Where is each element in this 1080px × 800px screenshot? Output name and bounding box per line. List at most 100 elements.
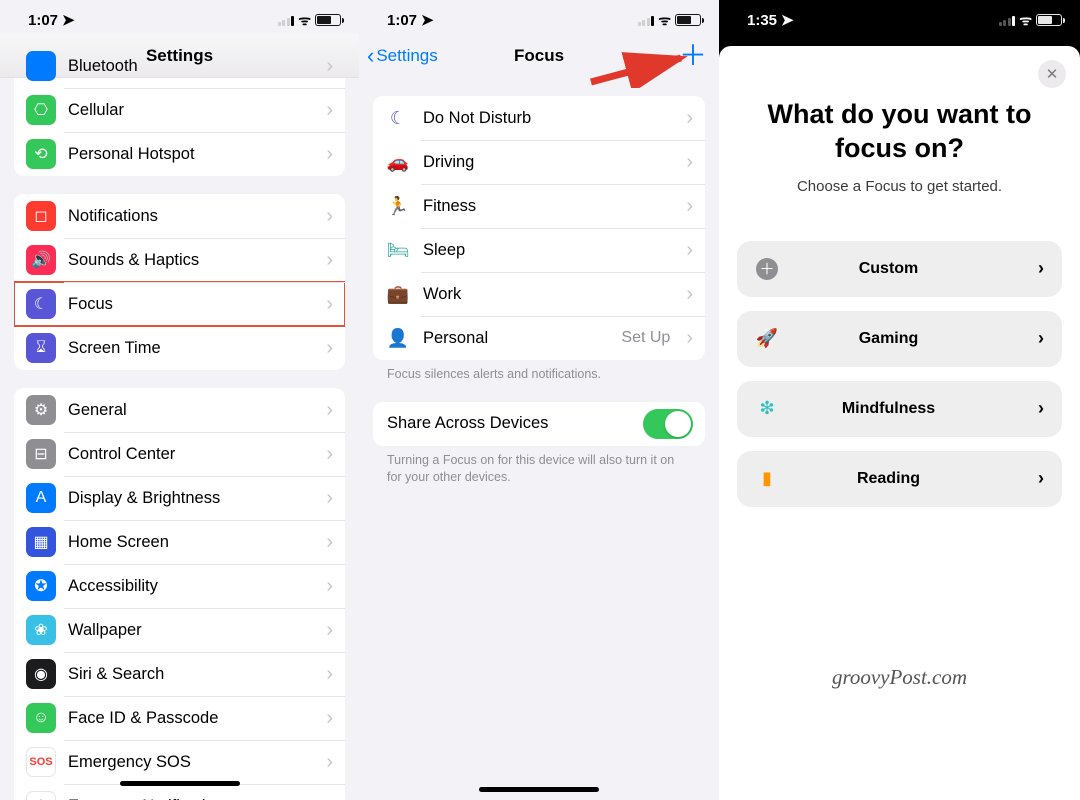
battery-icon	[1036, 14, 1062, 26]
sleep-icon: 🛏	[385, 240, 411, 261]
chevron-right-icon: ›	[326, 250, 333, 270]
bluetooth-icon	[26, 51, 56, 81]
settings-row-home-screen[interactable]: ▦Home Screen›	[14, 520, 345, 564]
accessibility-icon: ✪	[26, 571, 56, 601]
row-label: Accessibility	[68, 577, 314, 596]
chevron-right-icon: ›	[326, 752, 333, 772]
status-bar: 1:07 ➤ ᯤ	[0, 0, 359, 34]
home-indicator[interactable]	[120, 781, 240, 786]
row-label: Bluetooth	[68, 57, 314, 76]
row-label: Siri & Search	[68, 665, 314, 684]
chevron-right-icon: ›	[686, 284, 693, 304]
settings-row-sos[interactable]: SOSEmergency SOS›	[14, 740, 345, 784]
settings-row-screen-time[interactable]: ⌛︎Screen Time›	[14, 326, 345, 370]
focus-picker-modal: ✕ What do you want to focus on? Choose a…	[719, 46, 1080, 800]
wifi-icon: ᯤ	[658, 11, 671, 30]
location-icon: ➤	[62, 11, 75, 29]
focus-option-gaming[interactable]: 🚀Gaming›	[737, 311, 1062, 367]
display-icon: A	[26, 483, 56, 513]
chevron-right-icon: ›	[686, 108, 693, 128]
settings-row-hotspot[interactable]: ⟲Personal Hotspot›	[14, 132, 345, 176]
chevron-right-icon: ›	[326, 576, 333, 596]
chevron-right-icon: ›	[326, 144, 333, 164]
row-label: Personal	[423, 329, 609, 348]
focus-option-custom[interactable]: ＋Custom›	[737, 241, 1062, 297]
settings-row-accessibility[interactable]: ✪ Accessibility ›	[14, 564, 345, 608]
row-label: Display & Brightness	[68, 489, 314, 508]
location-icon: ➤	[781, 11, 794, 29]
screen-time-icon: ⌛︎	[26, 333, 56, 363]
focus-row-driving[interactable]: 🚗Driving›	[373, 140, 705, 184]
settings-row-exposure[interactable]: ✳︎Exposure Notifications›	[14, 784, 345, 800]
chevron-right-icon: ›	[326, 620, 333, 640]
share-across-devices-row[interactable]: Share Across Devices	[373, 402, 705, 446]
settings-row-siri[interactable]: ◉ Siri & Search ›	[14, 652, 345, 696]
wifi-icon: ᯤ	[1019, 11, 1032, 30]
screenshot-settings: 1:07 ➤ ᯤ Settings Bluetooth›⎔Cellular›⟲P…	[0, 0, 359, 800]
row-label: Cellular	[68, 101, 314, 120]
chevron-right-icon: ›	[326, 400, 333, 420]
settings-row-sounds[interactable]: 🔊Sounds & Haptics›	[14, 238, 345, 282]
signal-icon	[999, 14, 1016, 26]
sos-icon: SOS	[26, 747, 56, 777]
chevron-right-icon: ›	[326, 664, 333, 684]
chevron-right-icon: ›	[686, 196, 693, 216]
share-label: Share Across Devices	[387, 414, 631, 433]
share-footnote: Turning a Focus on for this device will …	[387, 452, 691, 487]
hotspot-icon: ⟲	[26, 139, 56, 169]
chevron-right-icon: ›	[1038, 328, 1044, 349]
settings-row-faceid[interactable]: ☺︎ Face ID & Passcode ›	[14, 696, 345, 740]
focus-option-reading[interactable]: ▮Reading›	[737, 451, 1062, 507]
share-toggle[interactable]	[643, 409, 693, 439]
close-button[interactable]: ✕	[1038, 60, 1066, 88]
focus-row-dnd[interactable]: ☾Do Not Disturb›	[373, 96, 705, 140]
add-button[interactable]: ＋	[679, 34, 707, 78]
row-label: Driving	[423, 153, 674, 172]
status-time: 1:07	[387, 12, 417, 29]
row-label: Fitness	[423, 197, 674, 216]
focus-row-sleep[interactable]: 🛏 Sleep ›	[373, 228, 705, 272]
option-label: Gaming	[755, 330, 1022, 348]
chevron-right-icon: ›	[326, 56, 333, 76]
settings-row-cellular[interactable]: ⎔Cellular›	[14, 88, 345, 132]
focus-option-mindfulness[interactable]: ❇︎Mindfulness›	[737, 381, 1062, 437]
chevron-right-icon: ›	[686, 152, 693, 172]
settings-row-display[interactable]: ADisplay & Brightness›	[14, 476, 345, 520]
wallpaper-icon: ❀	[26, 615, 56, 645]
chevron-right-icon: ›	[1038, 468, 1044, 489]
row-label: Face ID & Passcode	[68, 709, 314, 728]
back-label: Settings	[376, 46, 437, 66]
general-icon: ⚙︎	[26, 395, 56, 425]
row-label: Sleep	[423, 241, 674, 260]
back-button[interactable]: ‹ Settings	[367, 34, 438, 78]
chevron-right-icon: ›	[686, 240, 693, 260]
home-indicator[interactable]	[479, 787, 599, 792]
home-indicator[interactable]	[840, 790, 960, 795]
focus-row-fitness[interactable]: 🏃Fitness›	[373, 184, 705, 228]
screenshot-focus-picker: 1:35 ➤ ᯤ ✕ What do you want to focus on?…	[719, 0, 1080, 800]
focus-row-personal[interactable]: 👤PersonalSet Up›	[373, 316, 705, 360]
exposure-icon: ✳︎	[26, 791, 56, 800]
chevron-right-icon: ›	[326, 444, 333, 464]
row-label: Do Not Disturb	[423, 109, 674, 128]
siri-icon: ◉	[26, 659, 56, 689]
settings-row-focus[interactable]: ☾Focus›	[14, 282, 345, 326]
option-label: Reading	[755, 470, 1022, 488]
chevron-right-icon: ›	[326, 100, 333, 120]
home-screen-icon: ▦	[26, 527, 56, 557]
row-label: Wallpaper	[68, 621, 314, 640]
row-label: Work	[423, 285, 674, 304]
nav-header: ‹ Settings Focus ＋	[359, 34, 719, 78]
chevron-right-icon: ›	[326, 708, 333, 728]
row-trailing: Set Up	[621, 329, 670, 347]
settings-row-bluetooth[interactable]: Bluetooth ›	[14, 44, 345, 88]
row-label: Notifications	[68, 207, 314, 226]
settings-row-control-center[interactable]: ⊟Control Center›	[14, 432, 345, 476]
chevron-right-icon: ›	[326, 294, 333, 314]
settings-row-general[interactable]: ⚙︎General›	[14, 388, 345, 432]
settings-row-notifications[interactable]: ◻︎Notifications›	[14, 194, 345, 238]
faceid-icon: ☺︎	[26, 703, 56, 733]
personal-icon: 👤	[385, 328, 411, 349]
settings-row-wallpaper[interactable]: ❀ Wallpaper ›	[14, 608, 345, 652]
focus-row-work[interactable]: 💼Work›	[373, 272, 705, 316]
